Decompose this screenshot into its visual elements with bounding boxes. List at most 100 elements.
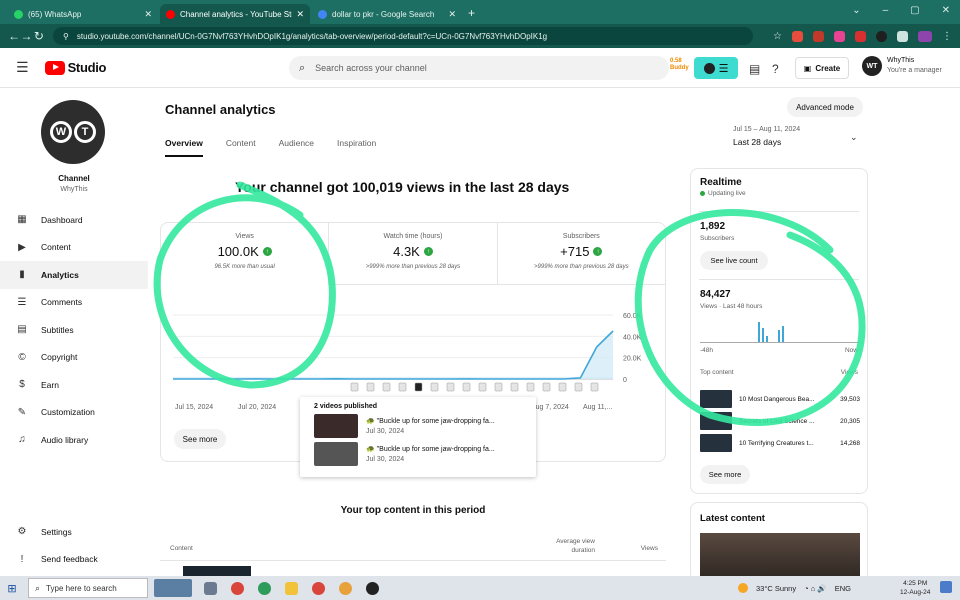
search-input[interactable]: ⌕ Search across your channel [289,56,669,80]
taskbar-clock[interactable]: 4:25 PM 12-Aug-24 [900,579,930,597]
see-live-count-button[interactable]: See live count [700,251,768,270]
system-tray: 33°C Sunny ◔ ⌂ 🔊 ENG [738,576,851,600]
channel-avatar[interactable]: WT [41,100,105,164]
extension-icon[interactable] [855,30,866,42]
extension-icon[interactable] [792,30,803,42]
new-tab-button[interactable]: + [468,4,475,24]
top-content-label: Top content [700,369,734,376]
browser-tab-whatsapp[interactable]: (65) WhatsApp ✕ [8,4,158,24]
close-tab-icon[interactable]: ✕ [448,9,456,20]
close-tab-icon[interactable]: ✕ [296,9,304,20]
sidebar-item-earn[interactable]: $ Earn [0,371,148,399]
period-selector[interactable]: Jul 15 – Aug 11, 2024 Last 28 days [733,126,800,147]
metric-subscribers[interactable]: Subscribers +715 ↑ >999% more than previo… [497,223,665,285]
sidebar-item-comments[interactable]: ☰ Comments [0,289,148,317]
extension-icon[interactable] [876,30,887,42]
forward-icon[interactable]: → [20,29,33,43]
extension-toggle-button[interactable]: ☰ [694,57,738,79]
site-info-icon[interactable]: ⚲ [63,32,69,41]
top-content-row[interactable]: 10 Terrifying Creatures t... 14,268 [700,434,860,452]
chevron-down-icon[interactable]: ⌄ [850,132,858,143]
whatsapp-icon [14,9,23,19]
profile-icon[interactable] [918,30,932,42]
views-line-chart[interactable]: 60.0K 40.0K 20.0K 0 Jul 15, 2024 Jul 20, 2024… [161,285,667,415]
widgets-button[interactable] [154,579,192,597]
file-explorer-icon[interactable] [285,581,298,595]
metric-watch-time[interactable]: Watch time (hours) 4.3K ↑ >999% more than… [329,223,498,285]
record-app-icon[interactable] [366,581,379,595]
see-more-button[interactable]: See more [174,429,226,449]
column-avg-duration[interactable]: Average view duration [545,537,595,555]
tab-audience[interactable]: Audience [279,138,314,157]
column-views[interactable]: Views [610,545,658,552]
task-view-icon[interactable] [204,581,217,595]
back-icon[interactable]: ← [8,29,20,43]
reload-icon[interactable]: ↻ [33,29,45,43]
chrome-icon[interactable] [312,581,325,595]
help-icon[interactable]: ? [772,62,779,76]
close-window-icon[interactable]: ✕ [942,5,950,16]
extension-icon[interactable] [813,30,824,42]
sidebar-item-analytics[interactable]: ▮ Analytics [0,261,148,289]
sidebar-item-settings[interactable]: ⚙ Settings [0,518,148,546]
realtime-see-more-button[interactable]: See more [700,465,750,484]
address-bar: ← → ↻ ⚲ studio.youtube.com/channel/UCn-0… [0,24,960,48]
video-camera-icon: ▣ [803,63,812,73]
buddy-extension-badge[interactable]: 0.58 Buddy [670,58,692,72]
sidebar-item-copyright[interactable]: © Copyright [0,344,148,372]
video-thumbnail [314,414,358,438]
maximize-icon[interactable]: ▢ [910,5,919,16]
sidebar-item-dashboard[interactable]: ▦ Dashboard [0,206,148,234]
tab-inspiration[interactable]: Inspiration [337,138,376,157]
close-tab-icon[interactable]: ✕ [144,9,152,20]
tab-overview[interactable]: Overview [165,138,203,157]
url-text: studio.youtube.com/channel/UCn-0G7Nvf763… [76,31,548,41]
url-field[interactable]: ⚲ studio.youtube.com/channel/UCn-0G7Nvf7… [53,27,754,45]
sidebar-item-content[interactable]: ▶ Content [0,234,148,262]
chrome-icon[interactable] [339,581,352,595]
extensions-puzzle-icon[interactable] [897,30,908,42]
top-content-row[interactable]: 10 Most Dangerous Bea... 39,503 [700,390,860,408]
sidebar-item-send-feedback[interactable]: ! Send feedback [0,546,148,574]
sidebar-item-subtitles[interactable]: ▤ Subtitles [0,316,148,344]
language-indicator[interactable]: ENG [835,584,851,593]
metric-tabs: Views 100.0K ↑ 96.5K more than usual Watc… [161,223,665,285]
chevron-down-icon[interactable]: ⌄ [852,5,860,16]
menu-icon[interactable]: ⋮ [942,31,952,42]
sidebar-item-customization[interactable]: ✎ Customization [0,399,148,427]
browser-tab-google[interactable]: dollar to pkr - Google Search ✕ [312,4,462,24]
minimize-icon[interactable]: – [883,5,889,16]
chart-bar [762,328,764,342]
browser-tab-bar: (65) WhatsApp ✕ Channel analytics - YouT… [0,0,960,24]
tab-content[interactable]: Content [226,138,256,157]
up-arrow-icon: ↑ [262,247,272,256]
notifications-icon[interactable] [940,581,952,593]
sidebar-item-audio-library[interactable]: ♫ Audio library [0,426,148,454]
sidebar-nav: ▦ Dashboard ▶ Content ▮ Analytics ☰ Comments… [0,206,148,454]
latest-video-thumbnail[interactable] [700,533,860,581]
chrome-icon[interactable] [258,581,271,595]
hamburger-menu-icon[interactable]: ☰ [16,59,29,76]
realtime-title: Realtime [700,177,742,188]
messages-icon[interactable]: ▤ [749,62,760,76]
weather-text[interactable]: 33°C Sunny [756,584,796,593]
top-content-row[interactable]: Secrets of Lost Science ... 20,305 [700,412,860,430]
create-button[interactable]: ▣ Create [795,57,849,79]
video-marker [414,382,423,392]
advanced-mode-button[interactable]: Advanced mode [787,97,863,117]
tray-icons[interactable]: ◔ ⌂ 🔊 [804,584,827,593]
bookmark-star-icon[interactable]: ☆ [773,31,782,42]
published-video-row[interactable]: 🐢 "Buckle up for some jaw-dropping fa...… [314,414,522,438]
extension-icon[interactable] [834,30,845,42]
chrome-icon[interactable] [231,581,244,595]
column-content[interactable]: Content [170,545,193,552]
realtime-bar-chart[interactable] [700,315,860,343]
published-video-row[interactable]: 🐢 "Buckle up for some jaw-dropping fa...… [314,442,522,466]
account-switcher[interactable]: WT WhyThis You're a manager [862,56,942,76]
youtube-studio-logo[interactable]: Studio [44,60,107,75]
page-title: Channel analytics [165,102,276,117]
windows-start-icon[interactable]: ⊞ [0,582,24,595]
metric-views[interactable]: Views 100.0K ↑ 96.5K more than usual [161,223,330,285]
taskbar-search-input[interactable]: ⌕ Type here to search [28,578,148,598]
browser-tab-analytics[interactable]: Channel analytics - YouTube Stu ✕ [160,4,310,24]
